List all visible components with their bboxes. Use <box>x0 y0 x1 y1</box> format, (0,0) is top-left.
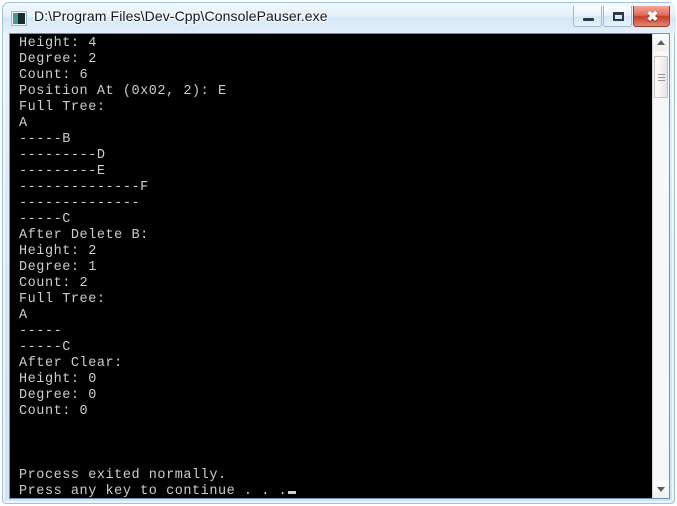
scroll-track[interactable] <box>653 51 669 481</box>
scroll-down-arrow[interactable] <box>653 481 669 498</box>
scroll-thumb-grip <box>658 74 665 81</box>
scroll-up-arrow[interactable] <box>653 34 669 51</box>
console-body: Height: 4 Degree: 2 Count: 6 Position At… <box>19 36 288 498</box>
close-button[interactable]: ✖ <box>633 6 670 27</box>
console-client-area: Height: 4 Degree: 2 Count: 6 Position At… <box>9 33 670 499</box>
close-icon: ✖ <box>646 8 659 24</box>
console-output-surface[interactable]: Height: 4 Degree: 2 Count: 6 Position At… <box>10 34 653 498</box>
console-output-text: Height: 4 Degree: 2 Count: 6 Position At… <box>19 36 297 498</box>
maximize-button[interactable] <box>603 6 632 27</box>
console-app-icon <box>11 11 27 26</box>
maximize-icon <box>613 12 624 21</box>
vertical-scrollbar[interactable] <box>652 34 669 498</box>
scroll-thumb[interactable] <box>654 56 668 98</box>
block-cursor <box>288 491 297 494</box>
console-window: D:\Program Files\Dev-Cpp\ConsolePauser.e… <box>2 2 676 504</box>
screen-root: D:\Program Files\Dev-Cpp\ConsolePauser.e… <box>0 0 677 506</box>
minimize-icon <box>583 18 594 21</box>
window-title: D:\Program Files\Dev-Cpp\ConsolePauser.e… <box>34 8 328 24</box>
title-bar[interactable]: D:\Program Files\Dev-Cpp\ConsolePauser.e… <box>3 3 676 33</box>
minimize-button[interactable] <box>573 6 602 27</box>
